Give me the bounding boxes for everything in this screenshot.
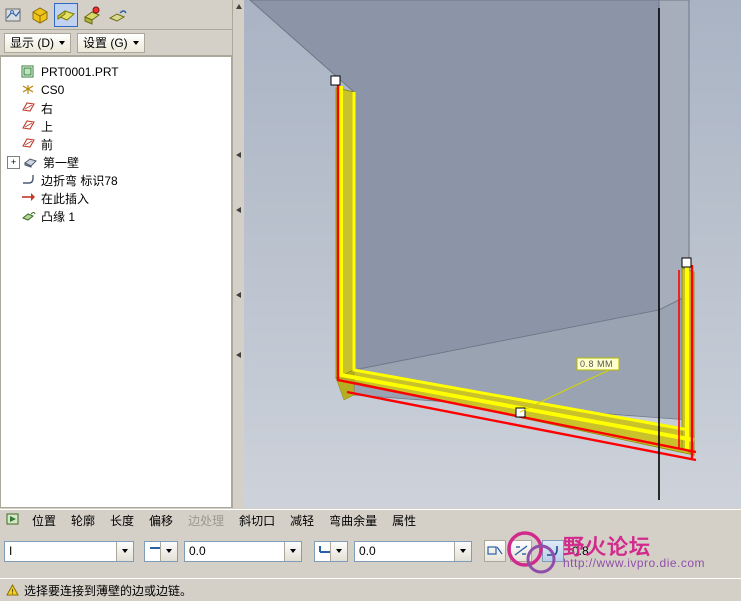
offset-value: 0.0 [359, 544, 376, 558]
extrude-tool-icon[interactable] [28, 3, 52, 27]
settings-dropdown-label: 设置 (G) [83, 36, 128, 50]
tree-item-label: 前 [41, 137, 54, 152]
tree-row-datum-right[interactable]: 右 [7, 99, 231, 117]
display-dropdown-button[interactable]: 显示 (D) [4, 32, 71, 53]
status-info-icon: ! [6, 583, 19, 597]
flat-wall-icon[interactable] [54, 2, 78, 27]
svg-text:!: ! [12, 589, 14, 596]
dashboard-tab-bar: 位置 轮廓 长度 偏移 边处理 斜切口 减轻 弯曲余量 属性 [0, 509, 741, 531]
flange-wall-icon[interactable] [80, 3, 104, 27]
insert-here-icon [21, 191, 37, 205]
angle-type-select[interactable] [144, 540, 178, 562]
tree-row-cs0[interactable]: CS0 [7, 81, 231, 99]
tree-row-flange-1[interactable]: 凸缘 1 [7, 207, 231, 225]
radius-value: 0.8 [572, 544, 589, 558]
scroll-up-icon[interactable] [234, 2, 244, 12]
resume-feature-icon[interactable] [4, 511, 22, 530]
scroll-left-icon[interactable] [234, 205, 244, 215]
tree-item-label: 第一壁 [43, 155, 80, 170]
wall-feature-icon [23, 155, 39, 169]
tree-row-insert-here[interactable]: 在此插入 [7, 189, 231, 207]
status-message: 选择要连接到薄壁的边或边链。 [24, 583, 193, 598]
unbend-icon[interactable] [106, 3, 130, 27]
chevron-down-icon [132, 40, 139, 45]
settings-dropdown-button[interactable]: 设置 (G) [77, 32, 145, 53]
application-window: 显示 (D) 设置 (G) PRT0001.PRT CS0 右 上 前 + 第一… [0, 0, 741, 601]
tree-row-first-wall[interactable]: + 第一壁 [7, 153, 231, 171]
tree-root-label: PRT0001.PRT [41, 65, 119, 79]
top-toolbar [0, 0, 232, 30]
datum-plane-icon [21, 119, 37, 133]
tree-item-label: CS0 [41, 83, 65, 97]
chevron-down-icon [59, 40, 65, 45]
tree-item-label: 上 [41, 119, 54, 134]
scroll-left-icon[interactable] [234, 150, 244, 160]
graphics-viewport[interactable]: 0.8 MM [244, 0, 741, 508]
tree-row-datum-top[interactable]: 上 [7, 117, 231, 135]
tree-item-label: 右 [41, 101, 54, 116]
radius-toggle-button[interactable] [542, 540, 564, 562]
scroll-left-icon[interactable] [234, 290, 244, 300]
radius-value-field[interactable]: 0.8 [568, 541, 642, 562]
tree-row-datum-front[interactable]: 前 [7, 135, 231, 153]
tree-row-root[interactable]: PRT0001.PRT [7, 63, 231, 81]
angle-value-select[interactable]: 0.0 [184, 540, 302, 562]
coordinate-system-icon [21, 83, 37, 97]
status-bar: ! 选择要连接到薄壁的边或边链。 [0, 578, 741, 601]
tab-position[interactable]: 位置 [30, 511, 58, 530]
length-type-select[interactable] [314, 540, 348, 562]
tab-length[interactable]: 长度 [108, 511, 136, 530]
tree-vertical-scrollbar[interactable] [232, 0, 244, 508]
part-icon [21, 65, 37, 79]
flip-direction-button[interactable] [484, 540, 506, 562]
chevron-down-icon[interactable] [454, 541, 471, 561]
tab-edge-treatment[interactable]: 边处理 [186, 511, 226, 530]
tab-relief[interactable]: 减轻 [288, 511, 316, 530]
tab-properties[interactable]: 属性 [390, 511, 418, 530]
dashboard-controls: I 0.0 0.0 0.8 [0, 532, 741, 570]
chevron-down-icon[interactable] [116, 541, 133, 561]
tree-item-label: 在此插入 [41, 191, 90, 206]
chevron-down-icon[interactable] [160, 541, 177, 561]
datum-plane-icon [21, 137, 37, 151]
offset-value-select[interactable]: 0.0 [354, 540, 472, 562]
tree-item-label: 凸缘 1 [41, 209, 76, 224]
angle-type-icon [145, 544, 160, 558]
tree-display-bar: 显示 (D) 设置 (G) [0, 30, 232, 56]
angle-value: 0.0 [189, 544, 206, 558]
tab-offset[interactable]: 偏移 [147, 511, 175, 530]
profile-shape-select[interactable]: I [4, 540, 134, 562]
sketch-tool-icon[interactable] [2, 3, 26, 27]
scroll-left-icon[interactable] [234, 350, 244, 360]
model-tree-panel[interactable]: PRT0001.PRT CS0 右 上 前 + 第一壁 边折弯 标识78 在此插… [0, 56, 232, 508]
tree-item-label: 边折弯 标识78 [41, 173, 118, 188]
model-geometry [244, 0, 741, 508]
chevron-down-icon[interactable] [284, 541, 301, 561]
tree-expander-icon[interactable]: + [7, 155, 20, 169]
datum-plane-icon [21, 101, 37, 115]
tree-row-edge-bend[interactable]: 边折弯 标识78 [7, 171, 231, 189]
profile-shape-value: I [9, 544, 13, 558]
tab-bend-allowance[interactable]: 弯曲余量 [327, 511, 379, 530]
chevron-down-icon[interactable] [330, 541, 347, 561]
display-dropdown-label: 显示 (D) [10, 36, 54, 50]
tab-miter-cut[interactable]: 斜切口 [237, 511, 277, 530]
flip-geometry-button[interactable] [510, 540, 532, 562]
length-type-icon [315, 544, 330, 558]
tab-profile[interactable]: 轮廓 [69, 511, 97, 530]
flange-feature-icon [21, 209, 37, 223]
bend-feature-icon [21, 173, 37, 187]
dimension-label[interactable]: 0.8 MM [580, 359, 613, 369]
